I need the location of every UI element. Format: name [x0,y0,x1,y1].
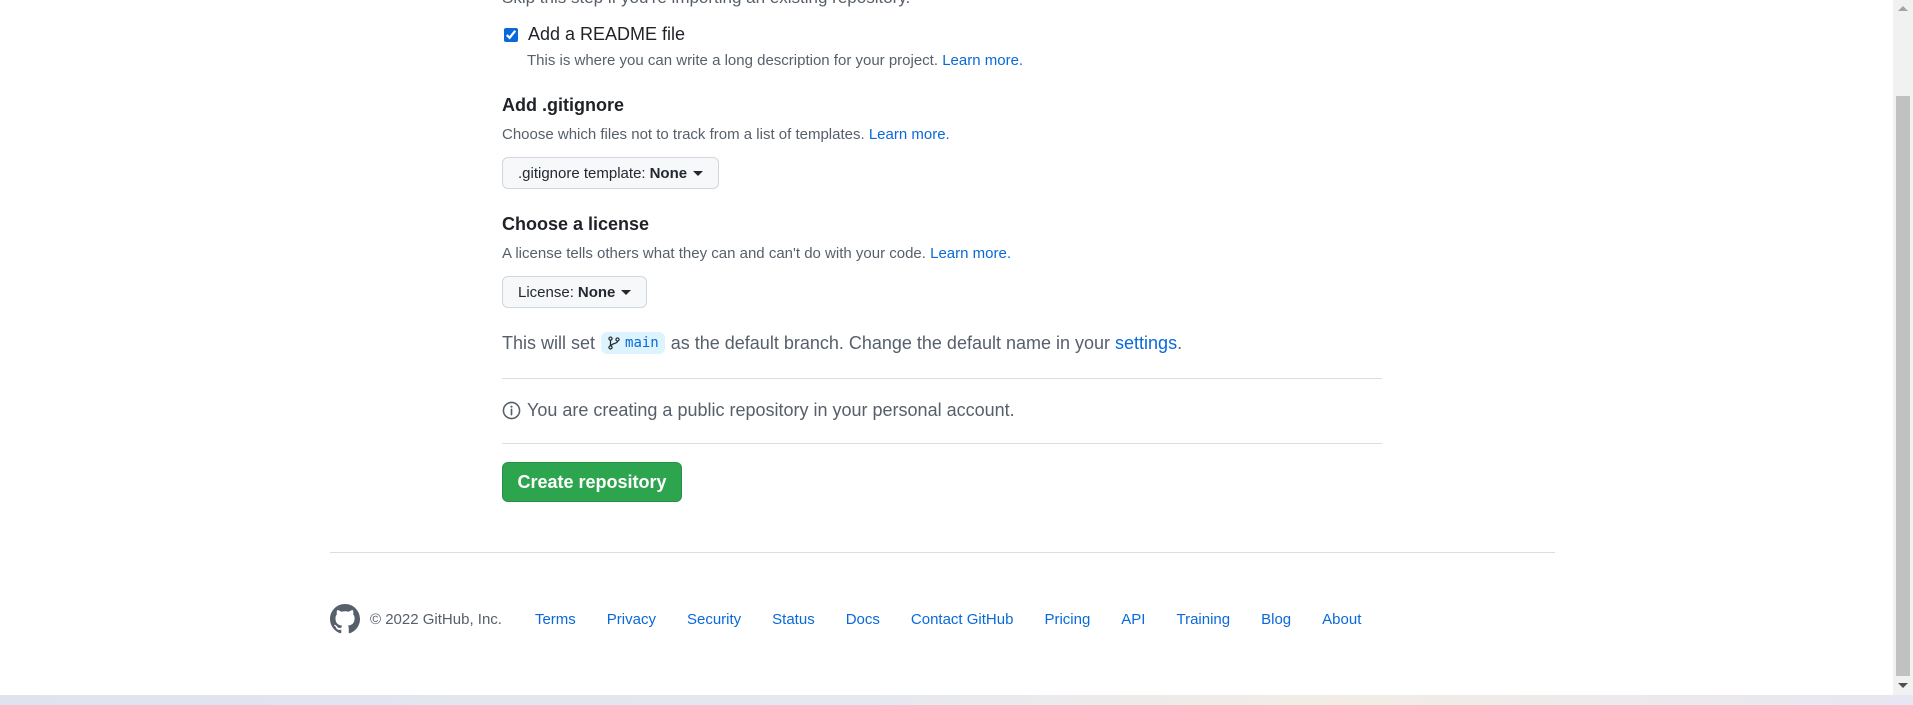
public-repo-notice-text: You are creating a public repository in … [527,400,1015,420]
footer-link-pricing[interactable]: Pricing [1044,611,1090,628]
license-select[interactable]: License: None [502,276,648,308]
scroll-down-arrow-icon[interactable] [1898,683,1908,688]
caret-down-icon [621,289,632,295]
copyright: © 2022 GitHub, Inc. [370,610,502,628]
gitignore-description-text: Choose which files not to track from a l… [502,126,865,143]
footer-link-api[interactable]: API [1121,611,1145,628]
footer: © 2022 GitHub, Inc. Terms Privacy Securi… [330,604,1392,634]
gitignore-learn-more-link[interactable]: Learn more. [869,126,950,143]
license-select-value: None [577,283,616,301]
gitignore-select-value: None [649,164,688,182]
import-hint-text: Skip this step if you're importing an ex… [502,0,910,8]
git-branch-icon [608,336,620,350]
readme-label[interactable]: Add a README file [528,24,685,45]
branch-name: main [625,335,659,351]
divider [502,378,1382,379]
page: Skip this step if you're importing an ex… [0,0,1893,695]
vertical-scrollbar[interactable] [1893,0,1913,695]
footer-link-docs[interactable]: Docs [846,611,880,628]
license-description: A license tells others what they can and… [502,245,1011,262]
branch-name-pill: main [601,332,665,354]
footer-link-terms[interactable]: Terms [535,611,576,628]
branch-note-period: . [1177,332,1183,353]
license-description-text: A license tells others what they can and… [502,245,926,262]
readme-checkbox[interactable] [504,27,518,42]
footer-link-privacy[interactable]: Privacy [607,611,656,628]
scrollbar-thumb[interactable] [1896,96,1910,676]
license-title: Choose a license [502,214,650,234]
public-repo-notice: You are creating a public repository in … [502,400,1015,421]
readme-option[interactable]: Add a README file [502,24,685,45]
github-logo-icon[interactable] [330,604,360,634]
footer-link-training[interactable]: Training [1176,611,1230,628]
footer-link-security[interactable]: Security [687,611,741,628]
settings-link[interactable]: settings [1115,333,1177,354]
taskbar-strip [0,695,1913,705]
create-repository-button[interactable]: Create repository [502,462,682,502]
footer-link-about[interactable]: About [1322,611,1361,628]
default-branch-note: This will set main as the default branch… [502,332,1182,354]
readme-learn-more-link[interactable]: Learn more. [942,52,1023,69]
footer-link-status[interactable]: Status [772,611,815,628]
footer-link-contact-github[interactable]: Contact GitHub [911,611,1014,628]
gitignore-select-label: .gitignore template: [518,164,646,182]
readme-description: This is where you can write a long descr… [527,52,1023,69]
license-select-label: License: [518,283,574,301]
scroll-up-arrow-icon[interactable] [1898,6,1908,11]
readme-description-text: This is where you can write a long descr… [527,52,939,69]
branch-note-suffix: as the default branch. Change the defaul… [670,332,1111,353]
gitignore-description: Choose which files not to track from a l… [502,126,950,143]
gitignore-template-select[interactable]: .gitignore template: None [502,157,720,189]
caret-down-icon [693,170,704,176]
branch-note-prefix: This will set [502,332,596,353]
divider [502,443,1382,444]
footer-divider [330,552,1555,553]
license-learn-more-link[interactable]: Learn more. [930,245,1011,262]
gitignore-title: Add .gitignore [502,95,624,115]
info-icon [502,401,521,420]
footer-link-blog[interactable]: Blog [1261,611,1291,628]
